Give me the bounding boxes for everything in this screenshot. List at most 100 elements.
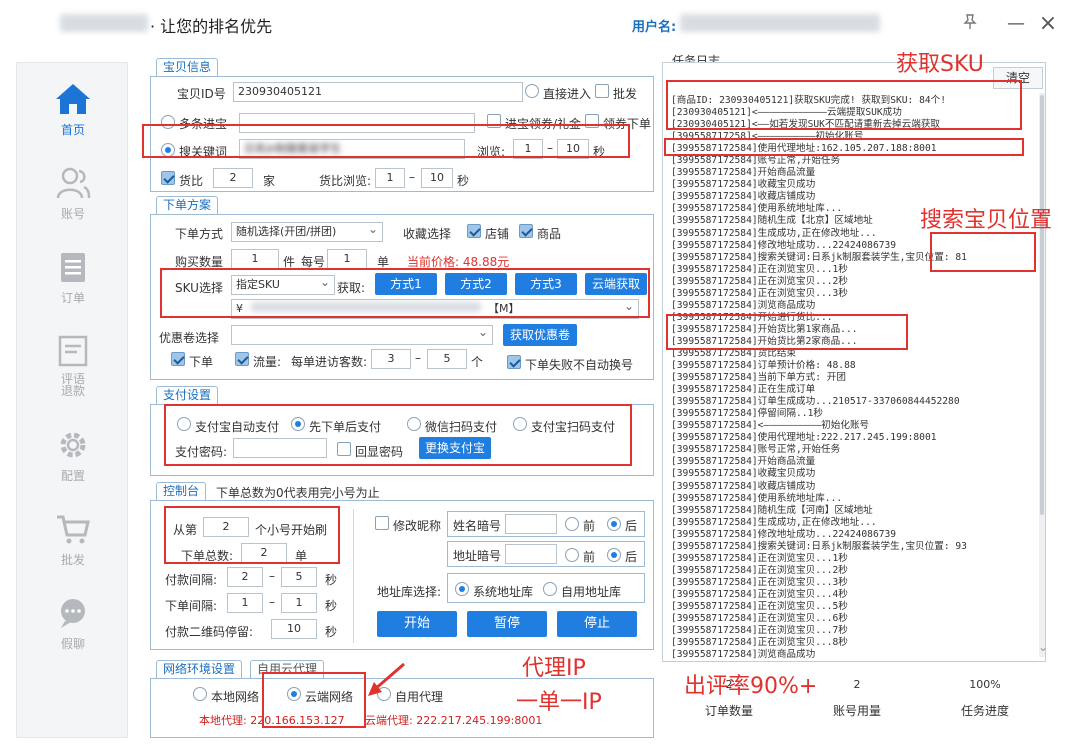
log-line: [3995587172584]收藏宝贝成功 — [671, 179, 816, 191]
network-tab[interactable]: 网络环境设置 — [156, 660, 243, 678]
addr-code-before-radio[interactable] — [565, 548, 579, 562]
compare-browse-label: 货比浏览: — [319, 174, 372, 188]
custom-addr-radio[interactable] — [543, 582, 557, 596]
place-order-checkbox[interactable] — [171, 352, 185, 366]
log-line: [3995587172584]收藏店铺成功 — [671, 480, 816, 492]
before-label: 前 — [583, 519, 596, 533]
compare-count-input[interactable]: 2 — [213, 168, 253, 188]
compare-browse-unit: 秒 — [457, 174, 470, 188]
log-line: [3995587172584]正在浏览宝贝...6秒 — [671, 613, 848, 625]
no-auto-switch-checkbox[interactable] — [507, 355, 521, 369]
fav-item-checkbox[interactable] — [519, 224, 533, 238]
addr-code-after-radio[interactable] — [607, 548, 621, 562]
divider — [353, 509, 354, 643]
traffic-checkbox[interactable] — [235, 352, 249, 366]
log-line: [3995587172584]正在浏览宝贝...5秒 — [671, 600, 848, 612]
compare-checkbox[interactable] — [161, 171, 175, 185]
sidebar-label-home: 首页 — [60, 123, 85, 137]
pause-button[interactable]: 暂停 — [467, 611, 547, 637]
scroll-down-icon[interactable]: ⌄ — [1038, 640, 1048, 654]
log-line: [3995587172584]收藏宝贝成功 — [671, 468, 816, 480]
stop-button[interactable]: 停止 — [557, 611, 637, 637]
task-progress-label: 任务进度 — [960, 704, 1009, 718]
sidebar-label-accounts: 账号 — [60, 207, 85, 221]
sidebar-item-chat[interactable]: 假聊 — [17, 587, 129, 667]
compare-browse-min-input[interactable]: 1 — [375, 168, 405, 188]
sidebar-item-accounts[interactable]: 账号 — [17, 157, 129, 237]
annotation-search-position: 搜索宝贝位置 — [920, 208, 1053, 233]
order-method-label: 下单方式 — [175, 227, 224, 241]
blurred-app-name — [60, 14, 148, 32]
name-code-label: 姓名暗号 — [453, 519, 502, 533]
minimize-button[interactable]: — — [1004, 12, 1028, 36]
addr-lib-label: 地址库选择: — [377, 585, 442, 599]
log-line: [3995587172584]<——————————初始化账号 — [671, 420, 870, 432]
after-label: 后 — [625, 519, 638, 533]
after-label: 后 — [625, 550, 638, 564]
product-id-input[interactable]: 230930405121 — [233, 82, 523, 102]
direct-enter-radio[interactable] — [525, 84, 539, 98]
compare-browse-max-input[interactable]: 10 — [421, 168, 453, 188]
range-dash: – — [269, 569, 275, 583]
order-method-select[interactable]: 随机选择(开团/拼团) — [231, 222, 383, 242]
log-line: [3995587172584]浏览商品成功 — [671, 649, 816, 661]
coupon-select[interactable] — [231, 325, 493, 345]
modify-nickname-checkbox[interactable] — [375, 516, 389, 530]
place-order-label: 下单 — [189, 355, 214, 369]
local-network-label: 本地网络 — [211, 690, 260, 704]
sidebar-item-orders[interactable]: 订单 — [17, 241, 129, 321]
direct-enter-label: 直接进入 — [543, 87, 592, 101]
log-scrollbar-thumb[interactable] — [1040, 95, 1044, 515]
qty-input[interactable]: 1 — [231, 249, 279, 269]
qr-stay-input[interactable]: 10 — [271, 619, 317, 639]
sidebar-item-home[interactable]: 首页 — [17, 73, 129, 153]
sidebar-label-orders: 订单 — [60, 291, 85, 305]
order-icon — [61, 253, 85, 282]
wholesale-checkbox[interactable] — [595, 84, 609, 98]
order-interval-label: 下单间隔: — [165, 599, 218, 613]
traffic-label: 流量: — [253, 355, 282, 369]
pay-interval-min-input[interactable]: 2 — [227, 567, 263, 587]
title-bar: · 让您的排名优先 用户名: — × — [0, 0, 1079, 48]
compare-unit: 家 — [263, 174, 276, 188]
order-interval-max-input[interactable]: 1 — [281, 593, 317, 613]
fav-shop-checkbox[interactable] — [467, 224, 481, 238]
addr-code-input[interactable] — [505, 544, 557, 564]
name-code-before-radio[interactable] — [565, 517, 579, 531]
visitors-label: 每单进访客数: — [291, 355, 368, 369]
visitors-max-input[interactable]: 5 — [427, 349, 467, 369]
log-line: [3995587172584]正在生成订单 — [671, 384, 816, 396]
log-line: [3995587172584]停留间隔..1秒 — [671, 408, 823, 420]
home-icon — [56, 84, 90, 114]
name-code-after-radio[interactable] — [607, 517, 621, 531]
order-plan-legend: 下单方案 — [156, 196, 219, 214]
pin-icon[interactable] — [958, 12, 982, 36]
log-line: [3995587172584]订单预计价格: 48.88 — [671, 360, 856, 372]
pay-interval-max-input[interactable]: 5 — [281, 567, 317, 587]
gear-icon — [60, 432, 86, 458]
annotation-one-ip: 一单一IP — [516, 690, 602, 715]
sys-addr-radio[interactable] — [455, 582, 469, 596]
fav-label: 收藏选择 — [403, 227, 452, 241]
coupon-label: 优惠卷选择 — [159, 331, 220, 345]
sidebar-item-reviews[interactable]: 评语 退款 — [17, 325, 129, 415]
name-code-input[interactable] — [505, 514, 557, 534]
log-line: [3995587172584]使用系统地址库... — [671, 492, 843, 504]
log-line: [3995587172584]正在浏览宝贝...2秒 — [671, 275, 848, 287]
local-network-radio[interactable] — [193, 687, 207, 701]
annotation-review-rate: 出评率90%+ — [684, 674, 818, 699]
annotation-box-account-range — [164, 506, 340, 564]
cart-icon — [57, 515, 90, 544]
per-input[interactable]: 1 — [327, 249, 367, 269]
close-button[interactable]: × — [1036, 12, 1060, 36]
start-button[interactable]: 开始 — [377, 611, 457, 637]
sidebar-item-wholesale[interactable]: 批发 — [17, 503, 129, 583]
modify-nickname-label: 修改昵称 — [393, 519, 442, 533]
visitors-min-input[interactable]: 3 — [371, 349, 411, 369]
sidebar-item-config[interactable]: 配置 — [17, 419, 129, 499]
visitors-unit: 个 — [471, 355, 484, 369]
annotation-box-position-log — [930, 232, 1036, 272]
get-coupon-button[interactable]: 获取优惠卷 — [503, 324, 577, 346]
order-interval-min-input[interactable]: 1 — [227, 593, 263, 613]
annotation-box-compare-log — [666, 314, 908, 350]
